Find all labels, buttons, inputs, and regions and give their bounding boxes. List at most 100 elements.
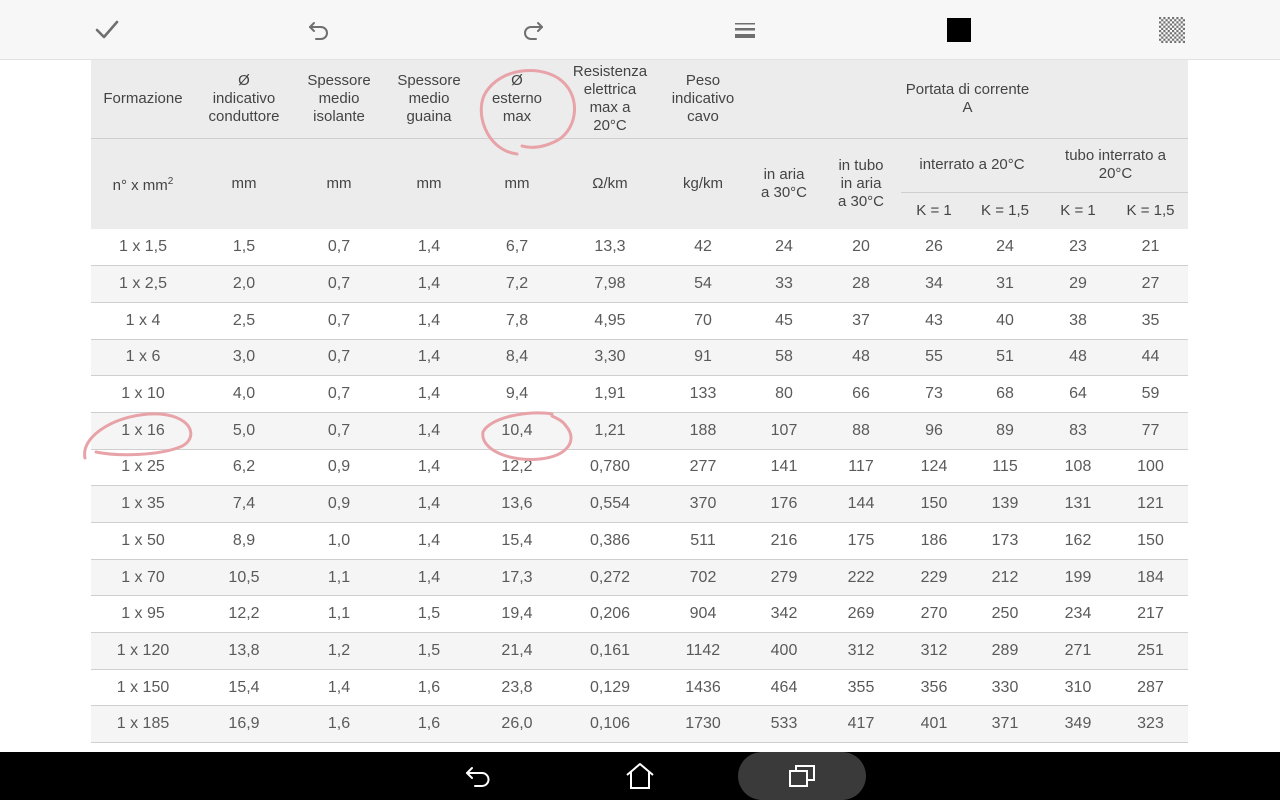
cell-in-aria: 141	[747, 449, 821, 487]
cell-in-tubo: 66	[821, 375, 901, 413]
cell-peso: 511	[659, 522, 747, 560]
cell-spessore-guaina: 1,4	[385, 559, 473, 597]
cell-diam-conduttore: 10,5	[195, 559, 293, 597]
cell-resistenza: 13,3	[561, 229, 659, 267]
cell-tubo-interrato-k15: 217	[1113, 595, 1188, 634]
cell-spessore-isolante: 1,1	[293, 595, 385, 634]
table-row: 1 x 10 4,0 0,7 1,4 9,4 1,91 133 80 66 73 68 64 59	[91, 375, 1188, 413]
cell-spessore-isolante: 1,0	[293, 522, 385, 560]
header-spessore-guaina: Spessore medio guaina	[385, 60, 473, 138]
cell-formazione: 1 x 10	[91, 375, 195, 413]
table-row: 1 x 185 16,9 1,6 1,6 26,0 0,106 1730 533 417 401 3…	[91, 705, 1188, 744]
table-row: 1 x 150 15,4 1,4 1,6 23,8 0,129 1436 464 355 356 3…	[91, 669, 1188, 707]
cell-interrato-k1: 55	[901, 339, 967, 377]
cell-in-tubo: 417	[821, 705, 901, 744]
cell-resistenza: 4,95	[561, 302, 659, 340]
cell-tubo-interrato-k1: 199	[1043, 559, 1113, 597]
header-resistenza: Resistenza elettrica max a 20°C	[561, 60, 659, 138]
back-button[interactable]	[450, 752, 506, 800]
cell-tubo-interrato-k15: 251	[1113, 632, 1188, 670]
cell-interrato-k15: 68	[967, 375, 1043, 413]
cell-peso: 91	[659, 339, 747, 377]
cell-peso: 1142	[659, 632, 747, 670]
cell-peso: 277	[659, 449, 747, 487]
cell-diam-esterno: 8,4	[473, 339, 561, 377]
cell-interrato-k1: 356	[901, 669, 967, 707]
cell-spessore-isolante: 1,6	[293, 705, 385, 744]
cell-resistenza: 3,30	[561, 339, 659, 377]
cell-tubo-interrato-k15: 77	[1113, 412, 1188, 450]
cell-peso: 702	[659, 559, 747, 597]
cell-tubo-interrato-k15: 44	[1113, 339, 1188, 377]
unit-diam-conduttore: mm	[195, 137, 293, 229]
cell-in-tubo: 269	[821, 595, 901, 634]
table-row: 1 x 70 10,5 1,1 1,4 17,3 0,272 702 279 222 229 212…	[91, 559, 1188, 597]
cell-peso: 188	[659, 412, 747, 450]
cell-spessore-isolante: 0,7	[293, 375, 385, 413]
cell-diam-conduttore: 2,0	[195, 265, 293, 303]
cell-in-aria: 107	[747, 412, 821, 450]
line-weight-icon	[735, 23, 755, 38]
transparency-button[interactable]	[1152, 10, 1192, 50]
cell-interrato-k1: 401	[901, 705, 967, 744]
cell-peso: 1730	[659, 705, 747, 744]
unit-spessore-guaina: mm	[385, 137, 473, 229]
cell-diam-conduttore: 6,2	[195, 449, 293, 487]
cell-interrato-k15: 115	[967, 449, 1043, 487]
cell-spessore-guaina: 1,4	[385, 449, 473, 487]
cell-spessore-guaina: 1,4	[385, 265, 473, 303]
cell-tubo-interrato-k15: 150	[1113, 522, 1188, 560]
check-icon	[95, 20, 119, 39]
cell-tubo-interrato-k1: 162	[1043, 522, 1113, 560]
recents-button[interactable]	[738, 752, 866, 800]
cell-diam-conduttore: 15,4	[195, 669, 293, 707]
cell-interrato-k15: 31	[967, 265, 1043, 303]
cell-in-aria: 216	[747, 522, 821, 560]
cell-peso: 70	[659, 302, 747, 340]
undo-button[interactable]	[299, 10, 339, 50]
document-view[interactable]: Formazione Ø indicativo conduttore Spess…	[0, 60, 1280, 752]
cell-diam-conduttore: 13,8	[195, 632, 293, 670]
color-button[interactable]	[939, 10, 979, 50]
cell-interrato-k15: 139	[967, 485, 1043, 523]
cell-interrato-k1: 96	[901, 412, 967, 450]
line-weight-button[interactable]	[725, 10, 765, 50]
cell-tubo-interrato-k15: 323	[1113, 705, 1188, 744]
cell-in-tubo: 144	[821, 485, 901, 523]
cell-peso: 42	[659, 229, 747, 267]
cell-spessore-guaina: 1,5	[385, 632, 473, 670]
header-in-tubo: in tubo in aria a 30°C	[821, 137, 901, 229]
table-row: 1 x 95 12,2 1,1 1,5 19,4 0,206 904 342 269 270 250…	[91, 595, 1188, 634]
cell-in-tubo: 355	[821, 669, 901, 707]
cell-spessore-guaina: 1,5	[385, 595, 473, 634]
cell-formazione: 1 x 6	[91, 339, 195, 377]
home-button[interactable]	[612, 752, 668, 800]
cell-in-aria: 400	[747, 632, 821, 670]
cell-tubo-interrato-k15: 21	[1113, 229, 1188, 267]
cell-in-tubo: 28	[821, 265, 901, 303]
cell-spessore-isolante: 0,7	[293, 229, 385, 267]
header-spessore-isolante: Spessore medio isolante	[293, 60, 385, 138]
cell-in-tubo: 37	[821, 302, 901, 340]
cell-resistenza: 0,106	[561, 705, 659, 744]
cell-interrato-k15: 40	[967, 302, 1043, 340]
system-navigation-bar	[0, 752, 1280, 800]
cell-spessore-guaina: 1,6	[385, 705, 473, 744]
cell-formazione: 1 x 1,5	[91, 229, 195, 267]
cell-diam-esterno: 9,4	[473, 375, 561, 413]
cell-spessore-isolante: 1,4	[293, 669, 385, 707]
header-portata: Portata di corrente A	[747, 60, 1188, 138]
confirm-button[interactable]	[87, 10, 127, 50]
cell-interrato-k1: 229	[901, 559, 967, 597]
cell-tubo-interrato-k1: 271	[1043, 632, 1113, 670]
header-tubo-interrato: tubo interrato a 20°C	[1043, 137, 1188, 193]
cell-in-tubo: 312	[821, 632, 901, 670]
cell-interrato-k15: 212	[967, 559, 1043, 597]
cell-in-tubo: 117	[821, 449, 901, 487]
cell-peso: 370	[659, 485, 747, 523]
redo-button[interactable]	[513, 10, 553, 50]
cell-diam-conduttore: 16,9	[195, 705, 293, 744]
cell-in-aria: 80	[747, 375, 821, 413]
cell-interrato-k1: 124	[901, 449, 967, 487]
cell-interrato-k15: 173	[967, 522, 1043, 560]
